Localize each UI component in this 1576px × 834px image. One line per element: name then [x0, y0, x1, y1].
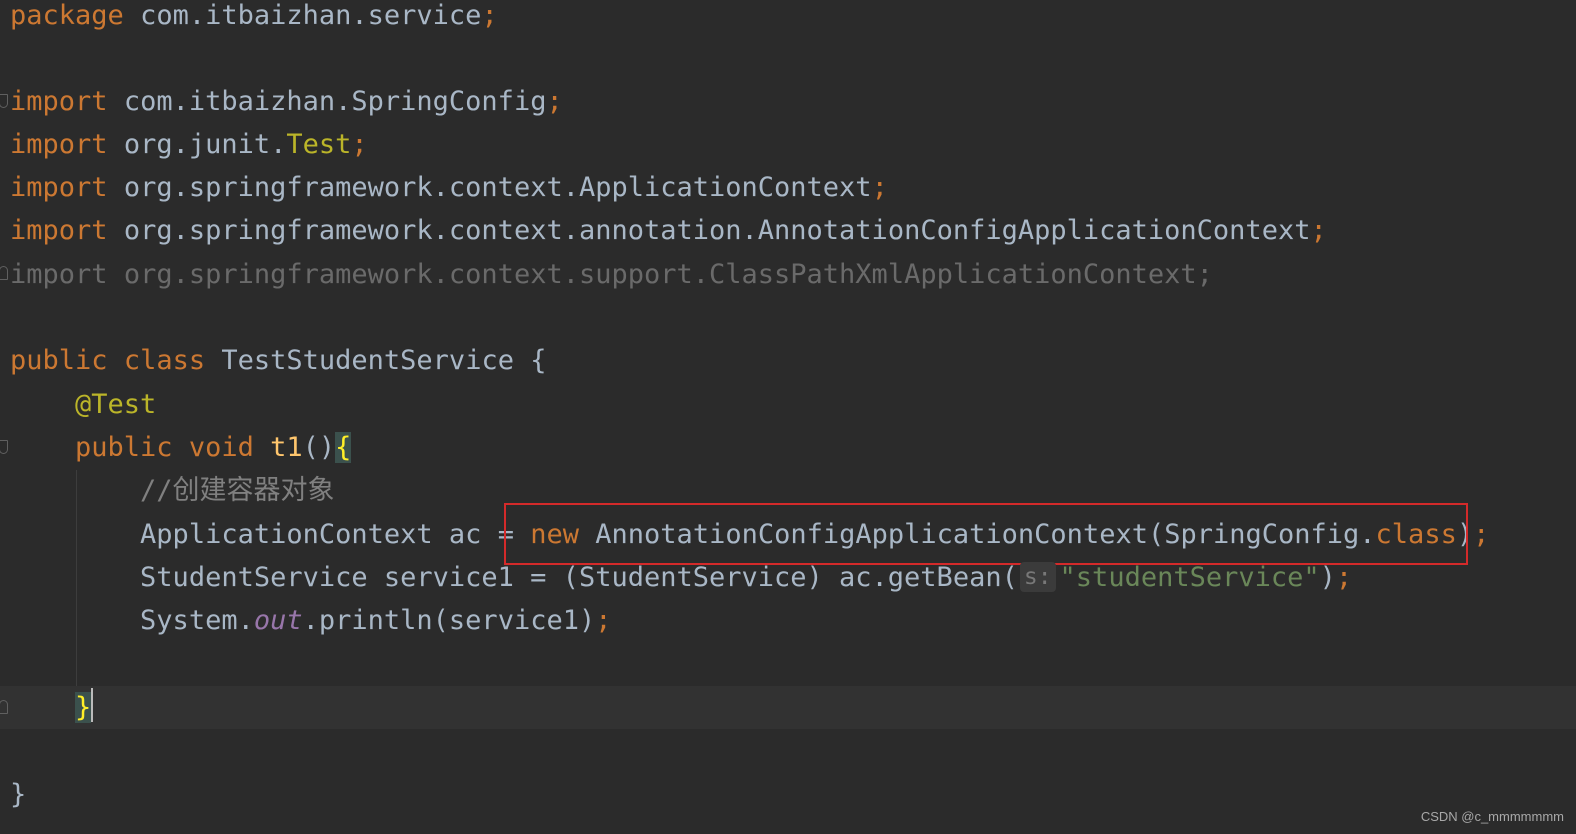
println-call: .println(service1)	[302, 605, 596, 636]
watermark: CSDN @c_mmmmmmm	[1420, 809, 1564, 824]
constructor-call: AnnotationConfigApplicationContext(Sprin…	[595, 519, 1376, 550]
keyword-import: import	[10, 172, 108, 203]
code-editor[interactable]: package com.itbaizhan.service; import co…	[0, 0, 1576, 834]
parentheses: ()	[302, 432, 336, 463]
keyword-public: public	[10, 345, 108, 376]
code-line-println[interactable]: System.out.println(service1);	[10, 599, 612, 642]
assign-operator: =	[497, 519, 514, 550]
keyword-import: import	[10, 259, 108, 290]
close-brace: }	[10, 779, 27, 810]
open-brace: {	[530, 345, 547, 376]
code-line-application-context[interactable]: ApplicationContext ac = new AnnotationCo…	[10, 513, 1489, 556]
keyword-new: new	[530, 519, 580, 550]
fold-start-icon[interactable]	[0, 440, 8, 454]
import-path: org.springframework.context.annotation.A…	[123, 215, 1311, 246]
semicolon: ;	[871, 172, 888, 203]
code-line-import[interactable]: import com.itbaizhan.SpringConfig;	[10, 80, 563, 123]
type-application-context: ApplicationContext	[140, 519, 433, 550]
fold-end-icon[interactable]	[0, 266, 8, 280]
code-line-import[interactable]: import org.springframework.context.Appli…	[10, 166, 888, 209]
semicolon: ;	[1310, 215, 1327, 246]
semicolon: ;	[351, 129, 368, 160]
variable-ac: ac	[448, 519, 482, 550]
semicolon: ;	[595, 605, 612, 636]
code-line-class-declaration[interactable]: public class TestStudentService {	[10, 339, 547, 382]
semicolon: ;	[481, 0, 498, 31]
semicolon: ;	[546, 86, 563, 117]
matched-open-brace: {	[335, 432, 352, 463]
code-line-comment[interactable]: //创建容器对象	[10, 469, 335, 512]
keyword-class: class	[123, 345, 206, 376]
import-class-test: Test	[286, 129, 352, 160]
import-path: org.junit.	[123, 129, 287, 160]
import-path: com.itbaizhan.SpringConfig	[123, 86, 547, 117]
service-declaration: StudentService service1 = (StudentServic…	[140, 562, 1018, 593]
import-path: org.springframework.context.support.Clas…	[123, 259, 1197, 290]
keyword-import: import	[10, 129, 108, 160]
static-field-out: out	[253, 605, 303, 636]
keyword-import: import	[10, 86, 108, 117]
keyword-public: public	[75, 432, 173, 463]
close-paren: )	[1456, 519, 1474, 550]
string-literal: "studentService"	[1059, 562, 1320, 593]
code-line-current[interactable]: }	[0, 686, 1576, 729]
fold-start-icon[interactable]	[0, 94, 8, 108]
import-path: org.springframework.context.ApplicationC…	[123, 172, 872, 203]
code-line-package[interactable]: package com.itbaizhan.service;	[10, 0, 498, 37]
semicolon: ;	[1196, 259, 1213, 290]
class-name: TestStudentService	[221, 345, 514, 376]
code-line-student-service[interactable]: StudentService service1 = (StudentServic…	[10, 556, 1352, 599]
code-line-import-unused[interactable]: import org.springframework.context.suppo…	[10, 253, 1213, 296]
text-caret	[91, 688, 94, 722]
keyword-class: class	[1375, 519, 1457, 550]
method-name: t1	[270, 432, 303, 463]
fold-end-icon[interactable]	[0, 700, 8, 714]
keyword-package: package	[10, 0, 124, 31]
code-line-import[interactable]: import org.junit.Test;	[10, 123, 368, 166]
close-paren: )	[1319, 562, 1336, 593]
code-line-annotation[interactable]: @Test	[10, 383, 156, 426]
code-comment: //创建容器对象	[140, 475, 335, 506]
matched-close-brace: }	[75, 692, 92, 723]
keyword-import: import	[10, 215, 108, 246]
system-class: System.	[140, 605, 254, 636]
package-path: com.itbaizhan.service	[140, 0, 482, 31]
annotation-test: @Test	[75, 389, 157, 420]
semicolon: ;	[1473, 519, 1490, 550]
semicolon: ;	[1335, 562, 1353, 593]
keyword-void: void	[188, 432, 254, 463]
code-line-import[interactable]: import org.springframework.context.annot…	[10, 209, 1327, 252]
code-line-method-declaration[interactable]: public void t1(){	[10, 426, 352, 469]
code-line-class-close[interactable]: }	[10, 773, 26, 816]
parameter-hint: s:	[1019, 562, 1056, 592]
